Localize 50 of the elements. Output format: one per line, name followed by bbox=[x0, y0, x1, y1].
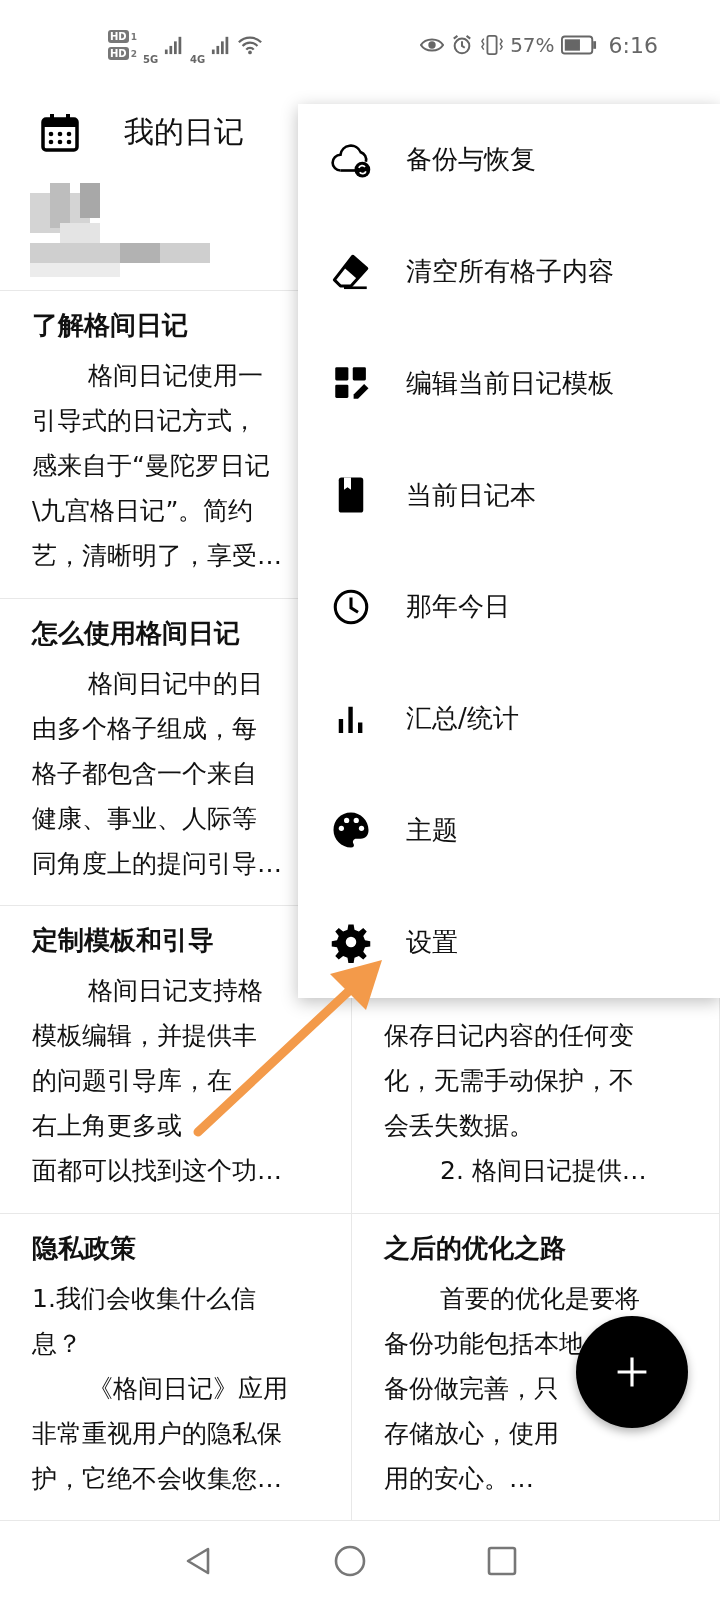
card-text: 的问题引导库，在 bbox=[32, 1065, 232, 1097]
sim-badge: HD bbox=[108, 30, 129, 43]
app-title: 我的日记 bbox=[124, 113, 244, 151]
card-title: 隐私政策 bbox=[32, 1231, 137, 1265]
card-text: 右上角更多或 bbox=[32, 1110, 182, 1142]
menu-item[interactable]: 备份与恢复 bbox=[298, 104, 720, 216]
card-title: 定制模板和引导 bbox=[32, 924, 215, 957]
recents-icon[interactable] bbox=[486, 1545, 518, 1577]
card-text: 由多个格子组成，每 bbox=[32, 712, 257, 745]
sim-slot: 1 bbox=[130, 31, 137, 42]
wifi-icon bbox=[237, 34, 264, 56]
card-text: 格间日记支持格 bbox=[87, 975, 263, 1007]
card-text: 同角度上的提问引导… bbox=[32, 847, 282, 880]
card-title: 了解格间日记 bbox=[32, 309, 189, 342]
calendar-icon[interactable] bbox=[40, 112, 80, 153]
card-text: 备份做完善，只 bbox=[384, 1372, 559, 1405]
card-text: 健康、事业、人际等 bbox=[32, 802, 257, 835]
card-text: 格间日记中的日 bbox=[87, 667, 263, 700]
card-text: 用的安心。… bbox=[384, 1462, 534, 1495]
card-text: 非常重视用户的隐私保 bbox=[32, 1417, 282, 1450]
home-icon[interactable] bbox=[334, 1545, 366, 1577]
card-title: 之后的优化之路 bbox=[384, 1231, 567, 1265]
network-type: 5G bbox=[142, 53, 159, 65]
card-text: 1.我们会收集什么信 bbox=[32, 1282, 256, 1315]
card-text: 化，无需手动保护，不 bbox=[384, 1065, 634, 1097]
clock-time: 6:16 bbox=[608, 32, 658, 58]
battery-icon bbox=[560, 35, 597, 55]
sim-badge: HD bbox=[108, 47, 129, 60]
vibrate-icon bbox=[480, 34, 505, 56]
card-text: 面都可以找到这个功… bbox=[32, 1155, 282, 1187]
battery-percent: 57% bbox=[510, 33, 555, 57]
card-text: 会丢失数据。 bbox=[384, 1110, 534, 1142]
card-text: 保存日记内容的任何变 bbox=[384, 1020, 634, 1052]
card-text: 《格间日记》应用 bbox=[87, 1372, 288, 1405]
card-text: 2. 格间日记提供… bbox=[439, 1155, 647, 1187]
card-text: 艺，清晰明了，享受… bbox=[32, 540, 282, 572]
card-text: \九宫格日记”。简约 bbox=[32, 495, 254, 527]
card-text: 引导式的日记方式， bbox=[32, 405, 257, 437]
card-text: 存储放心，使用 bbox=[384, 1417, 559, 1450]
card-text: 感来自于“曼陀罗日记 bbox=[32, 450, 270, 482]
card-text: 格间日记使用一 bbox=[87, 360, 263, 392]
card-text: 模板编辑，并提供丰 bbox=[32, 1020, 257, 1052]
network-type: 4G bbox=[190, 53, 206, 65]
card-title: 怎么使用格间日记 bbox=[32, 616, 241, 650]
card-text: 格子都包含一个来自 bbox=[32, 757, 257, 790]
sim-slot: 2 bbox=[130, 48, 137, 59]
card-text: 护，它绝不会收集您… bbox=[32, 1462, 282, 1495]
card-text: 息？ bbox=[32, 1327, 82, 1360]
card-text: 首要的优化是要将 bbox=[439, 1282, 640, 1315]
note-card[interactable]: 隐私政策 1.我们会收集什么信 息？ 《格间日记》应用 非常重视用户的隐私保 护，它绝不会收集您… bbox=[0, 1213, 352, 1521]
